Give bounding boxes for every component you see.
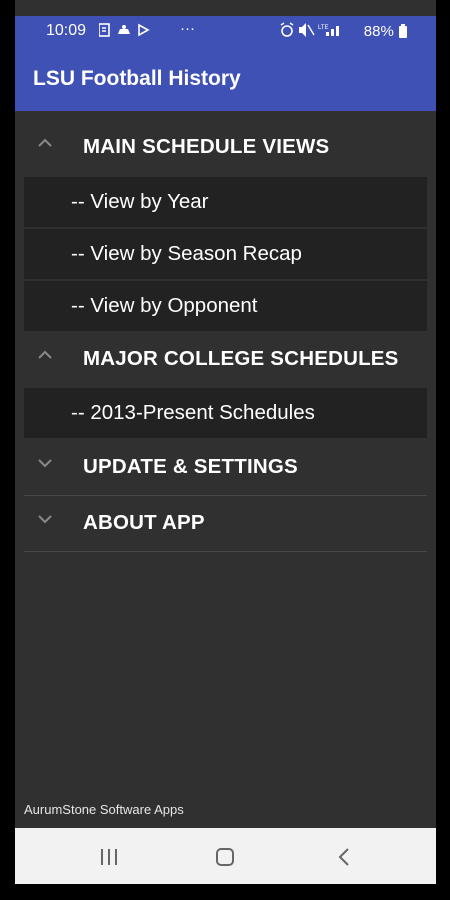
menu-item-2013-present-schedules[interactable]: -- 2013-Present Schedules [24,388,427,438]
group-label: UPDATE & SETTINGS [83,455,298,478]
status-bar: 10:09 ··· LTE 88% [15,16,436,46]
menu-item-view-by-season-recap[interactable]: -- View by Season Recap [24,229,427,279]
status-right: LTE 88% [280,22,408,40]
back-icon[interactable] [333,846,357,868]
chevron-up-icon [38,138,52,147]
group-header-main-schedule-views[interactable]: MAIN SCHEDULE VIEWS [24,120,427,176]
app-bar: LSU Football History [15,46,436,111]
status-time: 10:09 [46,22,87,39]
chevron-up-icon [38,350,52,359]
home-icon[interactable] [213,846,237,868]
menu-item-view-by-opponent[interactable]: -- View by Opponent [24,281,427,331]
group-label: MAIN SCHEDULE VIEWS [83,135,330,158]
group-label: ABOUT APP [83,511,205,534]
more-notifications-icon: ··· [180,20,195,37]
footer-credit: AurumStone Software Apps [24,802,184,817]
recent-apps-icon[interactable] [97,846,121,868]
menu-item-label: -- View by Season Recap [71,242,302,265]
chevron-down-icon [38,515,52,524]
chevron-down-icon [38,459,52,468]
svg-text:LTE: LTE [318,25,329,31]
divider [24,551,427,552]
group-header-about-app[interactable]: ABOUT APP [24,496,427,552]
battery-percent: 88% [363,23,394,40]
phone-screen: 10:09 ··· LTE 88% LSU Football History M… [15,0,436,884]
group-header-major-college-schedules[interactable]: MAJOR COLLEGE SCHEDULES [24,332,427,388]
app-title: LSU Football History [33,67,241,90]
group-header-update-settings[interactable]: UPDATE & SETTINGS [24,440,427,496]
menu-list: MAIN SCHEDULE VIEWS -- View by Year -- V… [15,111,436,828]
menu-item-label: -- View by Year [71,190,209,213]
system-status-icons: LTE [280,22,339,37]
menu-item-view-by-year[interactable]: -- View by Year [24,177,427,227]
menu-item-label: -- View by Opponent [71,294,258,317]
battery-icon [399,24,407,38]
menu-item-label: -- 2013-Present Schedules [71,401,315,424]
navigation-bar [15,828,436,884]
group-label: MAJOR COLLEGE SCHEDULES [83,347,399,370]
